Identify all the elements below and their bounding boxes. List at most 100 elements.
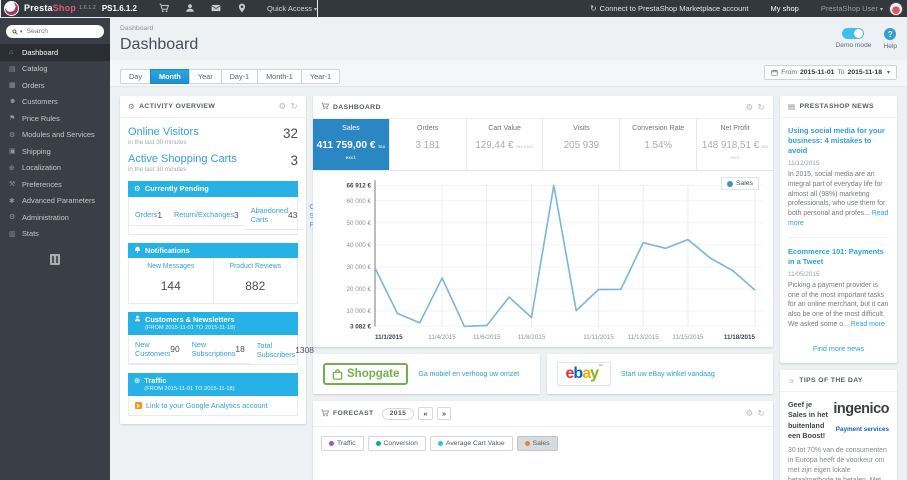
sidebar-item-administration[interactable]: ⚙ Administration bbox=[0, 209, 110, 226]
kpi-sales[interactable]: Sales 411 759,00 € tax excl. bbox=[313, 119, 389, 170]
sidebar-item-label: Shipping bbox=[22, 146, 51, 156]
search-scope-caret-icon[interactable]: ▾ bbox=[20, 29, 23, 35]
average-cart-value-series-button[interactable]: Average Cart Value bbox=[429, 436, 513, 452]
cart-icon bbox=[321, 409, 330, 419]
breadcrumb[interactable]: Dashboard bbox=[120, 25, 897, 32]
previous-year-button[interactable]: « bbox=[418, 407, 433, 421]
date-range-picker[interactable]: From 2015-11-01 To 2015-11-18 ▾ bbox=[764, 65, 897, 80]
next-year-button[interactable]: » bbox=[436, 407, 452, 421]
chart-legend[interactable]: Sales bbox=[720, 177, 759, 190]
range-day-1-button[interactable]: Day-1 bbox=[220, 69, 259, 85]
active-carts-label[interactable]: Active Shopping Carts bbox=[128, 153, 298, 165]
sidebar-item-localization[interactable]: ⊕ Localization bbox=[0, 160, 110, 177]
caret-down-icon: ▾ bbox=[886, 70, 890, 76]
page-title: Dashboard bbox=[120, 36, 199, 53]
conversion-series-button[interactable]: Conversion bbox=[367, 436, 426, 452]
customers-newsletters-header: Customers & Newsletters (FROM 2015-11-01 … bbox=[128, 312, 298, 336]
kpi-cart-value[interactable]: Cart Value 129,44 € tax excl. bbox=[465, 119, 543, 170]
refresh-icon[interactable]: ↻ bbox=[757, 409, 765, 418]
range-month-1-button[interactable]: Month-1 bbox=[257, 69, 302, 85]
pin-icon[interactable] bbox=[237, 3, 247, 13]
table-row: Abandoned Carts 43 bbox=[244, 201, 304, 230]
caret-down-icon: ▾ bbox=[314, 6, 318, 13]
customers-icon[interactable] bbox=[185, 3, 195, 13]
user-avatar[interactable] bbox=[889, 1, 903, 16]
traffic-series-button[interactable]: Traffic bbox=[321, 436, 364, 452]
online-visitors-label[interactable]: Online Visitors bbox=[128, 126, 298, 138]
kpi-conversion-rate[interactable]: Conversion Rate 1.54% bbox=[619, 119, 696, 170]
quick-access-menu[interactable]: Quick Access ▾ bbox=[267, 4, 317, 13]
kpi-value: 148 918,51 € tax excl. bbox=[701, 140, 769, 161]
activity-icon: ⚙ bbox=[128, 102, 136, 111]
sidebar-item-shipping[interactable]: ▣ Shipping bbox=[0, 143, 110, 160]
gear-icon[interactable]: ⚙ bbox=[745, 103, 753, 112]
prestashop-news-panel: ▤ PRESTASHOP NEWS Using social media for… bbox=[780, 96, 897, 363]
refresh-icon[interactable]: ↻ bbox=[757, 103, 765, 112]
user-menu[interactable]: PrestaShop User ▾ bbox=[821, 4, 883, 13]
sidebar-item-dashboard[interactable]: ⌂ Dashboard bbox=[0, 44, 110, 61]
news-panel-body: Using social media for your business: 4 … bbox=[780, 118, 897, 363]
sidebar-collapse-button[interactable] bbox=[50, 254, 60, 265]
article-title-link[interactable]: Using social media for your business: 4 … bbox=[788, 126, 889, 156]
sidebar-item-orders[interactable]: ▦ Orders bbox=[0, 77, 110, 94]
ebay-link[interactable]: Start uw eBay winkel vandaag bbox=[621, 371, 715, 378]
cart-icon[interactable] bbox=[159, 3, 169, 13]
orders-link[interactable]: Orders bbox=[135, 210, 157, 219]
article-title-link[interactable]: Ecommerce 101: Payments in a Tweet bbox=[788, 247, 889, 267]
new-messages-link[interactable]: New Messages bbox=[131, 263, 211, 270]
refresh-icon[interactable]: ↻ bbox=[290, 102, 298, 111]
article-date: 11/12/2015 bbox=[788, 159, 820, 167]
prestashop-logo[interactable] bbox=[4, 0, 19, 16]
total-subscribers-link[interactable]: Total Subscribers bbox=[257, 341, 296, 359]
kpi-visits[interactable]: Visits 205 939 bbox=[542, 119, 619, 170]
abandoned-carts-link[interactable]: Abandoned Carts bbox=[251, 206, 288, 224]
find-more-news-link[interactable]: Find more news bbox=[788, 344, 889, 353]
search-input[interactable] bbox=[24, 27, 87, 36]
google-analytics-link[interactable]: Link to your Google Analytics account bbox=[146, 401, 268, 410]
mail-icon[interactable] bbox=[211, 3, 221, 13]
new-subscriptions-link[interactable]: New Subscriptions bbox=[192, 340, 236, 358]
customers-newsletters-title: Customers & Newsletters bbox=[145, 315, 235, 325]
sales-series-button[interactable]: Sales bbox=[516, 436, 558, 452]
range-month-button[interactable]: Month bbox=[149, 69, 190, 85]
kpi-orders[interactable]: Orders 3 181 bbox=[388, 119, 466, 170]
range-year-1-button[interactable]: Year-1 bbox=[300, 69, 341, 85]
help-icon[interactable]: ? bbox=[884, 28, 897, 40]
shopgate-logo[interactable]: Shopgate bbox=[323, 363, 409, 385]
range-year-button[interactable]: Year bbox=[188, 69, 222, 85]
sidebar-item-label: Orders bbox=[22, 80, 45, 90]
range-day-button[interactable]: Day bbox=[120, 69, 151, 85]
svg-text:11/18/2015: 11/18/2015 bbox=[724, 334, 756, 341]
svg-text:10 000 €: 10 000 € bbox=[347, 308, 372, 315]
ingenico-logo[interactable]: ingenico Payment services bbox=[833, 400, 889, 436]
marketplace-link[interactable]: ↻ Connect to PrestaShop Marketplace accou… bbox=[590, 4, 749, 13]
shopgate-link[interactable]: Ga mobiel en verhoog uw omzet bbox=[418, 371, 519, 378]
sidebar-item-catalog[interactable]: ▤ Catalog bbox=[0, 61, 110, 78]
svg-text:20 000 €: 20 000 € bbox=[347, 286, 372, 293]
customers-newsletters-titlebox: Customers & Newsletters (FROM 2015-11-01 … bbox=[145, 315, 235, 332]
sidebar-item-stats[interactable]: ▥ Stats bbox=[0, 226, 110, 243]
sidebar-item-customers[interactable]: ☻ Customers bbox=[0, 94, 110, 111]
my-shop-link[interactable]: My shop bbox=[771, 4, 799, 13]
product-reviews-link[interactable]: Product Reviews bbox=[216, 263, 296, 270]
date-toolbar: Day Month Year Day-1 Month-1 Year-1 From… bbox=[110, 60, 907, 87]
kpi-net-profit[interactable]: Net Profit 148 918,51 € tax excl. bbox=[696, 119, 773, 170]
gear-icon[interactable]: ⚙ bbox=[745, 409, 753, 418]
new-customers-link[interactable]: New Customers bbox=[135, 340, 170, 358]
ebay-logo[interactable]: ebay™ bbox=[556, 362, 611, 386]
returns-link[interactable]: Return/Exchanges bbox=[174, 210, 234, 219]
sidebar-item-preferences[interactable]: ⚒ Preferences bbox=[0, 176, 110, 193]
sidebar: ▾ ⌂ Dashboard ▤ Catalog ▦ Orders ☻ Customers… bbox=[0, 17, 110, 480]
sidebar-item-price-rules[interactable]: ⚑ Price Rules bbox=[0, 110, 110, 127]
sidebar-item-label: Advanced Parameters bbox=[22, 196, 96, 206]
read-more-link[interactable]: Read more bbox=[851, 321, 885, 328]
gear-icon[interactable]: ⚙ bbox=[278, 102, 286, 111]
sidebar-item-modules[interactable]: ⚙ Modules and Services bbox=[0, 127, 110, 144]
online-visitors-sub: in the last 30 minutes bbox=[128, 139, 187, 146]
demo-mode-toggle[interactable] bbox=[842, 28, 865, 39]
search-icon[interactable] bbox=[12, 28, 18, 35]
brand[interactable]: PrestaShop bbox=[24, 3, 76, 13]
cart-icon bbox=[321, 102, 330, 112]
orders-count: 1 bbox=[157, 209, 162, 220]
sidebar-item-advanced-parameters[interactable]: ✱ Advanced Parameters bbox=[0, 193, 110, 210]
